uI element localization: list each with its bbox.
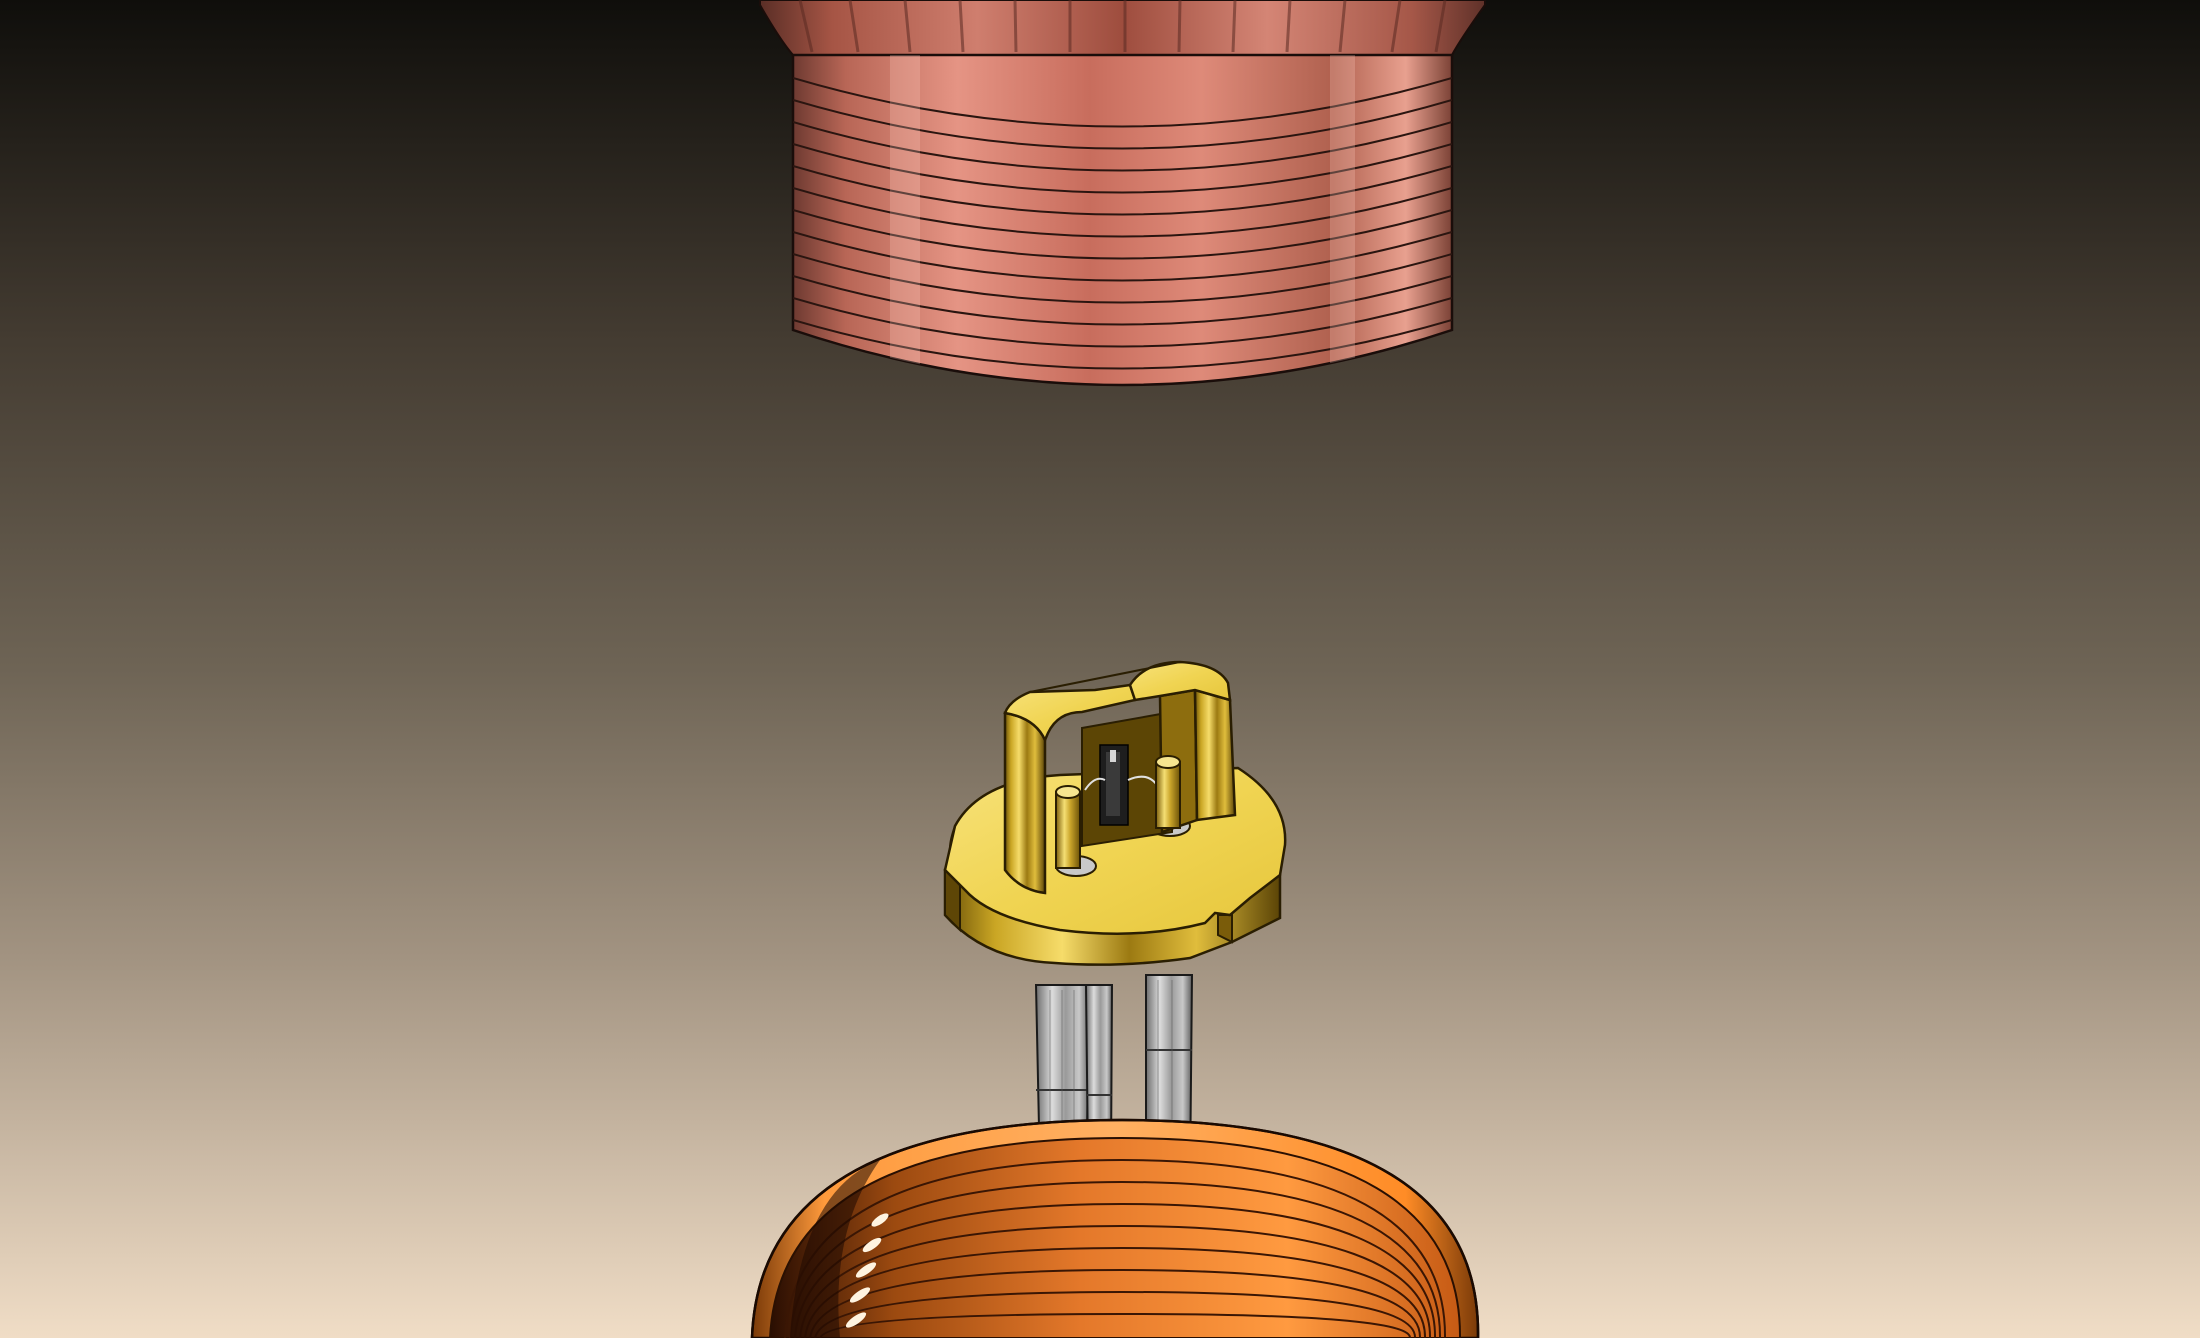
assembly-render bbox=[0, 0, 2200, 1338]
cad-viewport[interactable] bbox=[0, 0, 2200, 1338]
